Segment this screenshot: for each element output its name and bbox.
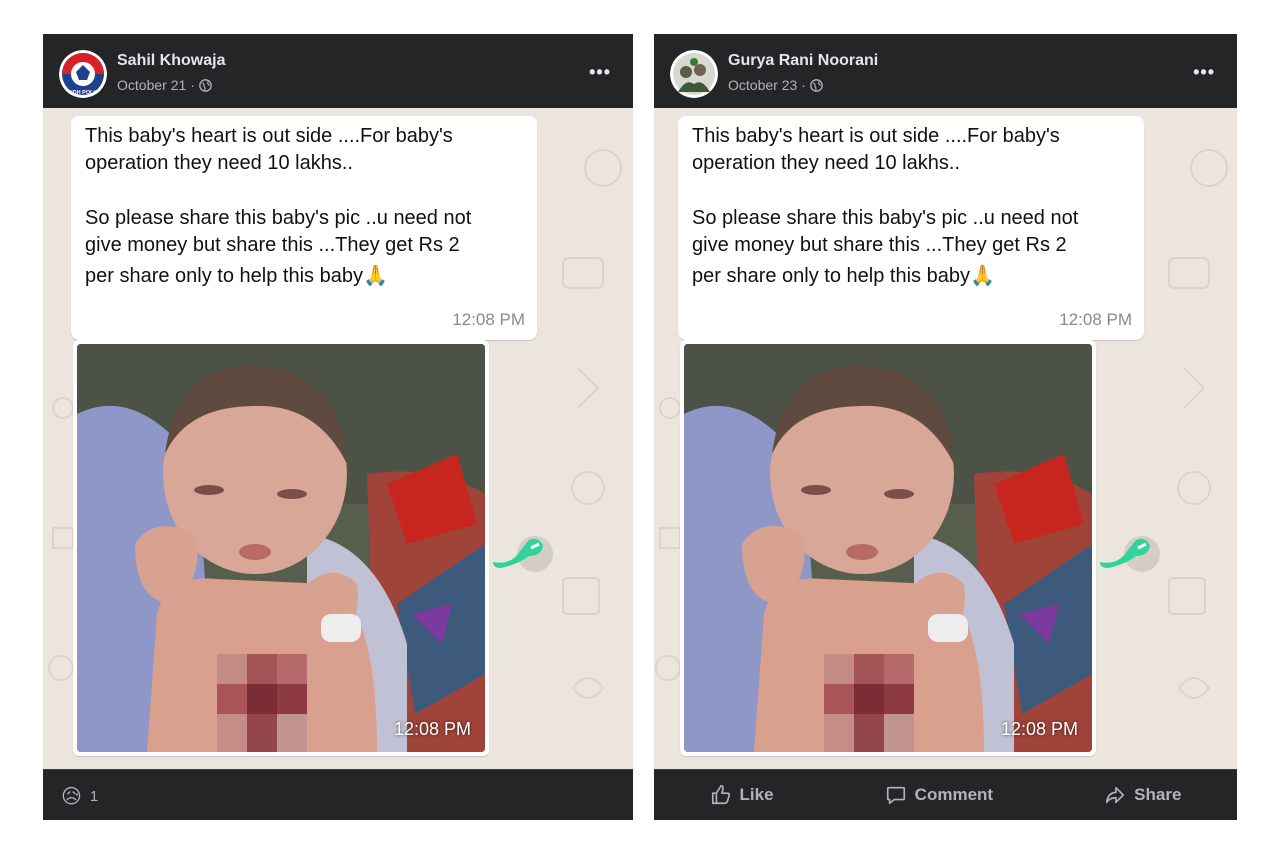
comment-label: Comment: [914, 785, 994, 804]
comment-button[interactable]: Comment: [885, 784, 993, 806]
message-bubble[interactable]: This baby's heart is out side ....For ba…: [71, 116, 537, 340]
author-name[interactable]: Gurya Rani Noorani: [728, 52, 878, 70]
share-label: Share: [1134, 785, 1182, 804]
message-line: operation they need 10 lakhs..: [85, 152, 353, 174]
post-date[interactable]: October 21: [117, 77, 186, 93]
post-footer: Like Comment Share: [654, 769, 1237, 820]
author-name[interactable]: Sahil Khowaja: [117, 52, 225, 70]
reaction-count: 1: [89, 788, 99, 805]
message-line: This baby's heart is out side ....For ba…: [85, 125, 453, 147]
message-time: 12:08 PM: [1059, 310, 1132, 329]
message-line: So please share this baby's pic ..u need…: [85, 207, 472, 229]
like-label: Like: [739, 785, 774, 804]
sad-reaction-icon: 😥: [61, 786, 82, 808]
whatsapp-screenshot: This baby's heart is out side ....For ba…: [43, 108, 633, 770]
like-button[interactable]: Like: [710, 784, 774, 806]
message-line: This baby's heart is out side ....For ba…: [692, 125, 1060, 147]
globe-icon: [810, 78, 823, 92]
message-line: operation they need 10 lakhs..: [692, 152, 960, 174]
image-message[interactable]: 12:08 PM: [680, 340, 1096, 756]
blurred-area: [217, 654, 307, 752]
facebook-post-2: Gurya Rani Noorani October 23 · ••• This…: [654, 34, 1237, 820]
message-line: per share only to help this baby🙏: [85, 262, 388, 290]
more-options-button[interactable]: •••: [1193, 62, 1215, 83]
more-options-button[interactable]: •••: [589, 62, 611, 83]
share-button[interactable]: Share: [1104, 784, 1181, 806]
blurred-area: [824, 654, 914, 752]
image-message[interactable]: 12:08 PM: [73, 340, 489, 756]
globe-icon: [199, 78, 212, 92]
post-header: Gurya Rani Noorani October 23 · •••: [654, 34, 1237, 108]
post-date[interactable]: October 23: [728, 77, 797, 93]
post-meta: October 21 ·: [117, 77, 212, 93]
message-bubble[interactable]: This baby's heart is out side ....For ba…: [678, 116, 1144, 340]
message-time: 12:08 PM: [452, 310, 525, 329]
baby-photo-illustration: [77, 344, 485, 752]
post-footer: 😥 1: [43, 769, 633, 820]
avatar[interactable]: SINDH POLICE: [59, 50, 107, 98]
praying-hands-emoji: 🙏: [362, 265, 388, 287]
meta-separator: ·: [801, 77, 806, 93]
reaction-summary[interactable]: 😥 1: [61, 784, 98, 809]
message-line: give money but share this ...They get Rs…: [692, 234, 1067, 256]
share-icon: [1106, 786, 1125, 804]
whatsapp-screenshot: This baby's heart is out side ....For ba…: [654, 108, 1237, 770]
message-line: per share only to help this baby🙏: [692, 262, 995, 290]
profile-picture: [670, 50, 718, 98]
message-line: So please share this baby's pic ..u need…: [692, 207, 1079, 229]
comment-icon: [886, 786, 905, 805]
baby-photo: 12:08 PM: [77, 344, 485, 752]
post-actions: Like Comment Share: [654, 770, 1237, 820]
avatar-logo-text: SINDH POLICE: [63, 90, 102, 96]
message-line-text: per share only to help this baby: [692, 265, 970, 287]
baby-photo-illustration: [684, 344, 1092, 752]
message-line-text: per share only to help this baby: [85, 265, 363, 287]
image-time: 12:08 PM: [1000, 719, 1078, 739]
sindh-police-logo: SINDH POLICE: [59, 50, 107, 98]
post-header: SINDH POLICE Sahil Khowaja October 21 · …: [43, 34, 633, 108]
facebook-post-1: SINDH POLICE Sahil Khowaja October 21 · …: [43, 34, 633, 820]
baby-photo: 12:08 PM: [684, 344, 1092, 752]
image-time: 12:08 PM: [393, 719, 471, 739]
message-line: give money but share this ...They get Rs…: [85, 234, 460, 256]
like-icon: [711, 785, 730, 805]
post-meta: October 23 ·: [728, 77, 823, 93]
forward-icon[interactable]: [1096, 522, 1166, 578]
praying-hands-emoji: 🙏: [969, 265, 995, 287]
avatar[interactable]: [670, 50, 718, 98]
meta-separator: ·: [190, 77, 195, 93]
forward-icon[interactable]: [489, 522, 559, 578]
